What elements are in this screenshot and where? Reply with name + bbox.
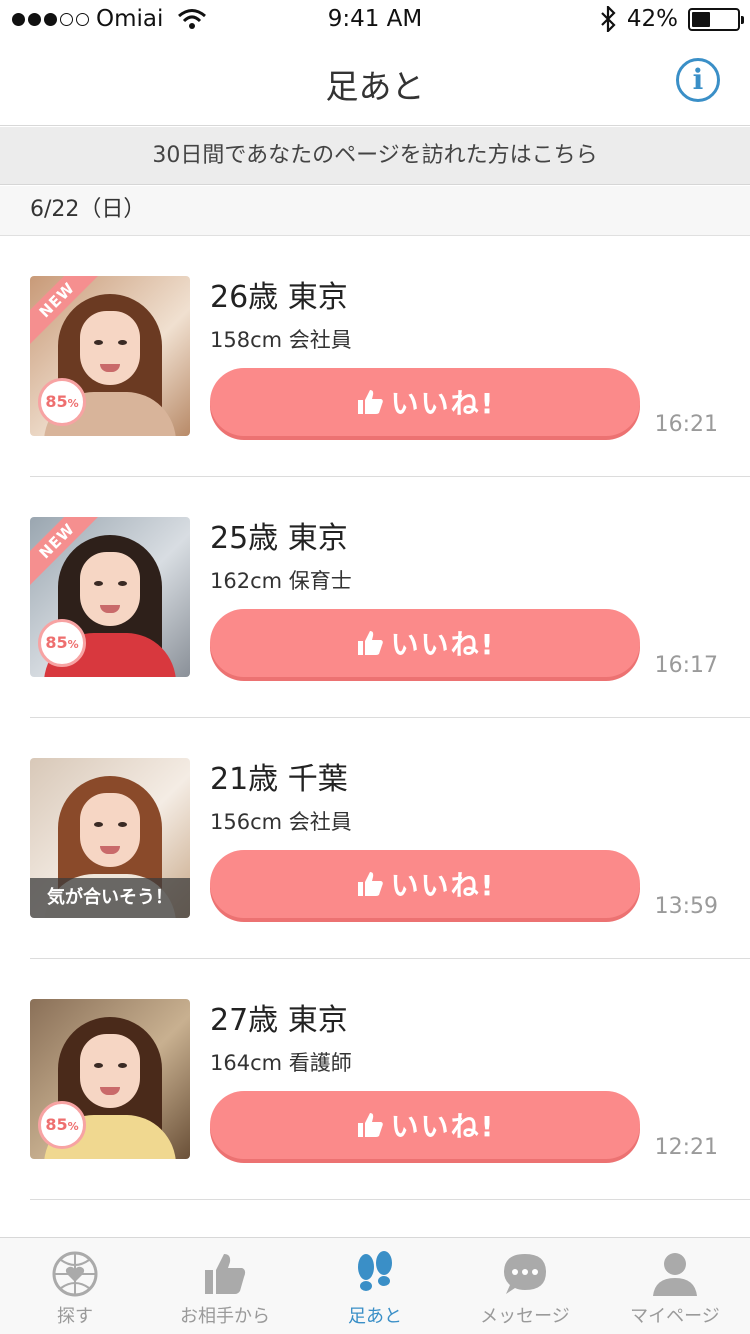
tab-label: 探す — [57, 1306, 93, 1327]
visit-time: 16:21 — [654, 412, 718, 437]
height-job: 164cm 看護師 — [210, 1051, 352, 1075]
list-item[interactable]: NEW 85% 25歳 東京 162cm 保育士 いいね! 16:17 — [0, 477, 750, 718]
footprints-icon — [358, 1251, 392, 1291]
like-button[interactable]: いいね! — [210, 850, 640, 918]
battery-icon — [688, 7, 744, 31]
date-header: 6/22（日） — [0, 186, 750, 236]
like-button[interactable]: いいね! — [210, 1091, 640, 1159]
thumbs-up-icon — [205, 1254, 246, 1294]
footprint-list: NEW 85% 26歳 東京 158cm 会社員 いいね! 16:21 NEW … — [0, 236, 750, 1200]
visit-time: 16:17 — [654, 653, 718, 678]
battery-percent: 42% — [626, 6, 678, 32]
visit-time: 12:21 — [654, 1135, 718, 1160]
match-rate-badge: 85% — [38, 1101, 86, 1149]
like-label: いいね! — [390, 628, 496, 661]
status-bar: Omiai 9:41 AM 42% — [0, 0, 750, 40]
tab-bar: 探す お相手から 足あと メッセージ マイページ — [0, 1237, 750, 1334]
thumbs-up-icon — [357, 631, 383, 655]
info-icon[interactable]: i — [676, 58, 720, 102]
notice-banner: 30日間であなたのページを訪れた方はこちら — [0, 127, 750, 185]
match-rate-badge: 85% — [38, 619, 86, 667]
status-right: 42% — [599, 6, 744, 32]
height-job: 156cm 会社員 — [210, 810, 352, 834]
tab-label: メッセージ — [480, 1306, 570, 1327]
tab-search[interactable]: 探す — [0, 1238, 150, 1334]
like-label: いいね! — [390, 387, 496, 420]
list-item[interactable]: 85% 27歳 東京 164cm 看護師 いいね! 12:21 — [0, 959, 750, 1200]
age-location: 21歳 千葉 — [210, 762, 348, 797]
profile-photo[interactable]: NEW 85% — [30, 517, 190, 677]
visit-time: 13:59 — [654, 894, 718, 919]
like-button[interactable]: いいね! — [210, 609, 640, 677]
profile-photo[interactable]: 85% — [30, 999, 190, 1159]
thumbs-up-icon — [357, 390, 383, 414]
compatibility-badge: 気が合いそう！ — [30, 878, 190, 918]
list-item[interactable]: 気が合いそう！ 21歳 千葉 156cm 会社員 いいね! 13:59 — [0, 718, 750, 959]
height-job: 158cm 会社員 — [210, 328, 352, 352]
person-icon — [653, 1253, 697, 1296]
tab-label: お相手から — [180, 1306, 270, 1327]
profile-photo[interactable]: NEW 85% — [30, 276, 190, 436]
thumbs-up-icon — [357, 1113, 383, 1137]
thumbs-up-icon — [357, 872, 383, 896]
bluetooth-icon — [601, 6, 616, 32]
list-item[interactable]: NEW 85% 26歳 東京 158cm 会社員 いいね! 16:21 — [0, 236, 750, 477]
age-location: 26歳 東京 — [210, 280, 348, 315]
like-label: いいね! — [390, 869, 496, 902]
profile-photo[interactable]: 気が合いそう！ — [30, 758, 190, 918]
page-title: 足あと — [325, 67, 425, 106]
like-button[interactable]: いいね! — [210, 368, 640, 436]
age-location: 25歳 東京 — [210, 521, 348, 556]
tab-label: 足あと — [348, 1306, 402, 1327]
match-rate-badge: 85% — [38, 378, 86, 426]
tab-messages[interactable]: メッセージ — [450, 1238, 600, 1334]
chat-bubble-icon — [504, 1254, 546, 1294]
tab-footprints[interactable]: 足あと — [300, 1238, 450, 1334]
tab-mypage[interactable]: マイページ — [600, 1238, 750, 1334]
like-label: いいね! — [390, 1110, 496, 1143]
divider — [30, 1199, 750, 1200]
tab-label: マイページ — [630, 1306, 720, 1327]
tab-from-partner[interactable]: お相手から — [150, 1238, 300, 1334]
height-job: 162cm 保育士 — [210, 569, 352, 593]
age-location: 27歳 東京 — [210, 1003, 348, 1038]
globe-heart-icon — [52, 1251, 98, 1297]
nav-bar: 足あと i — [0, 40, 750, 126]
